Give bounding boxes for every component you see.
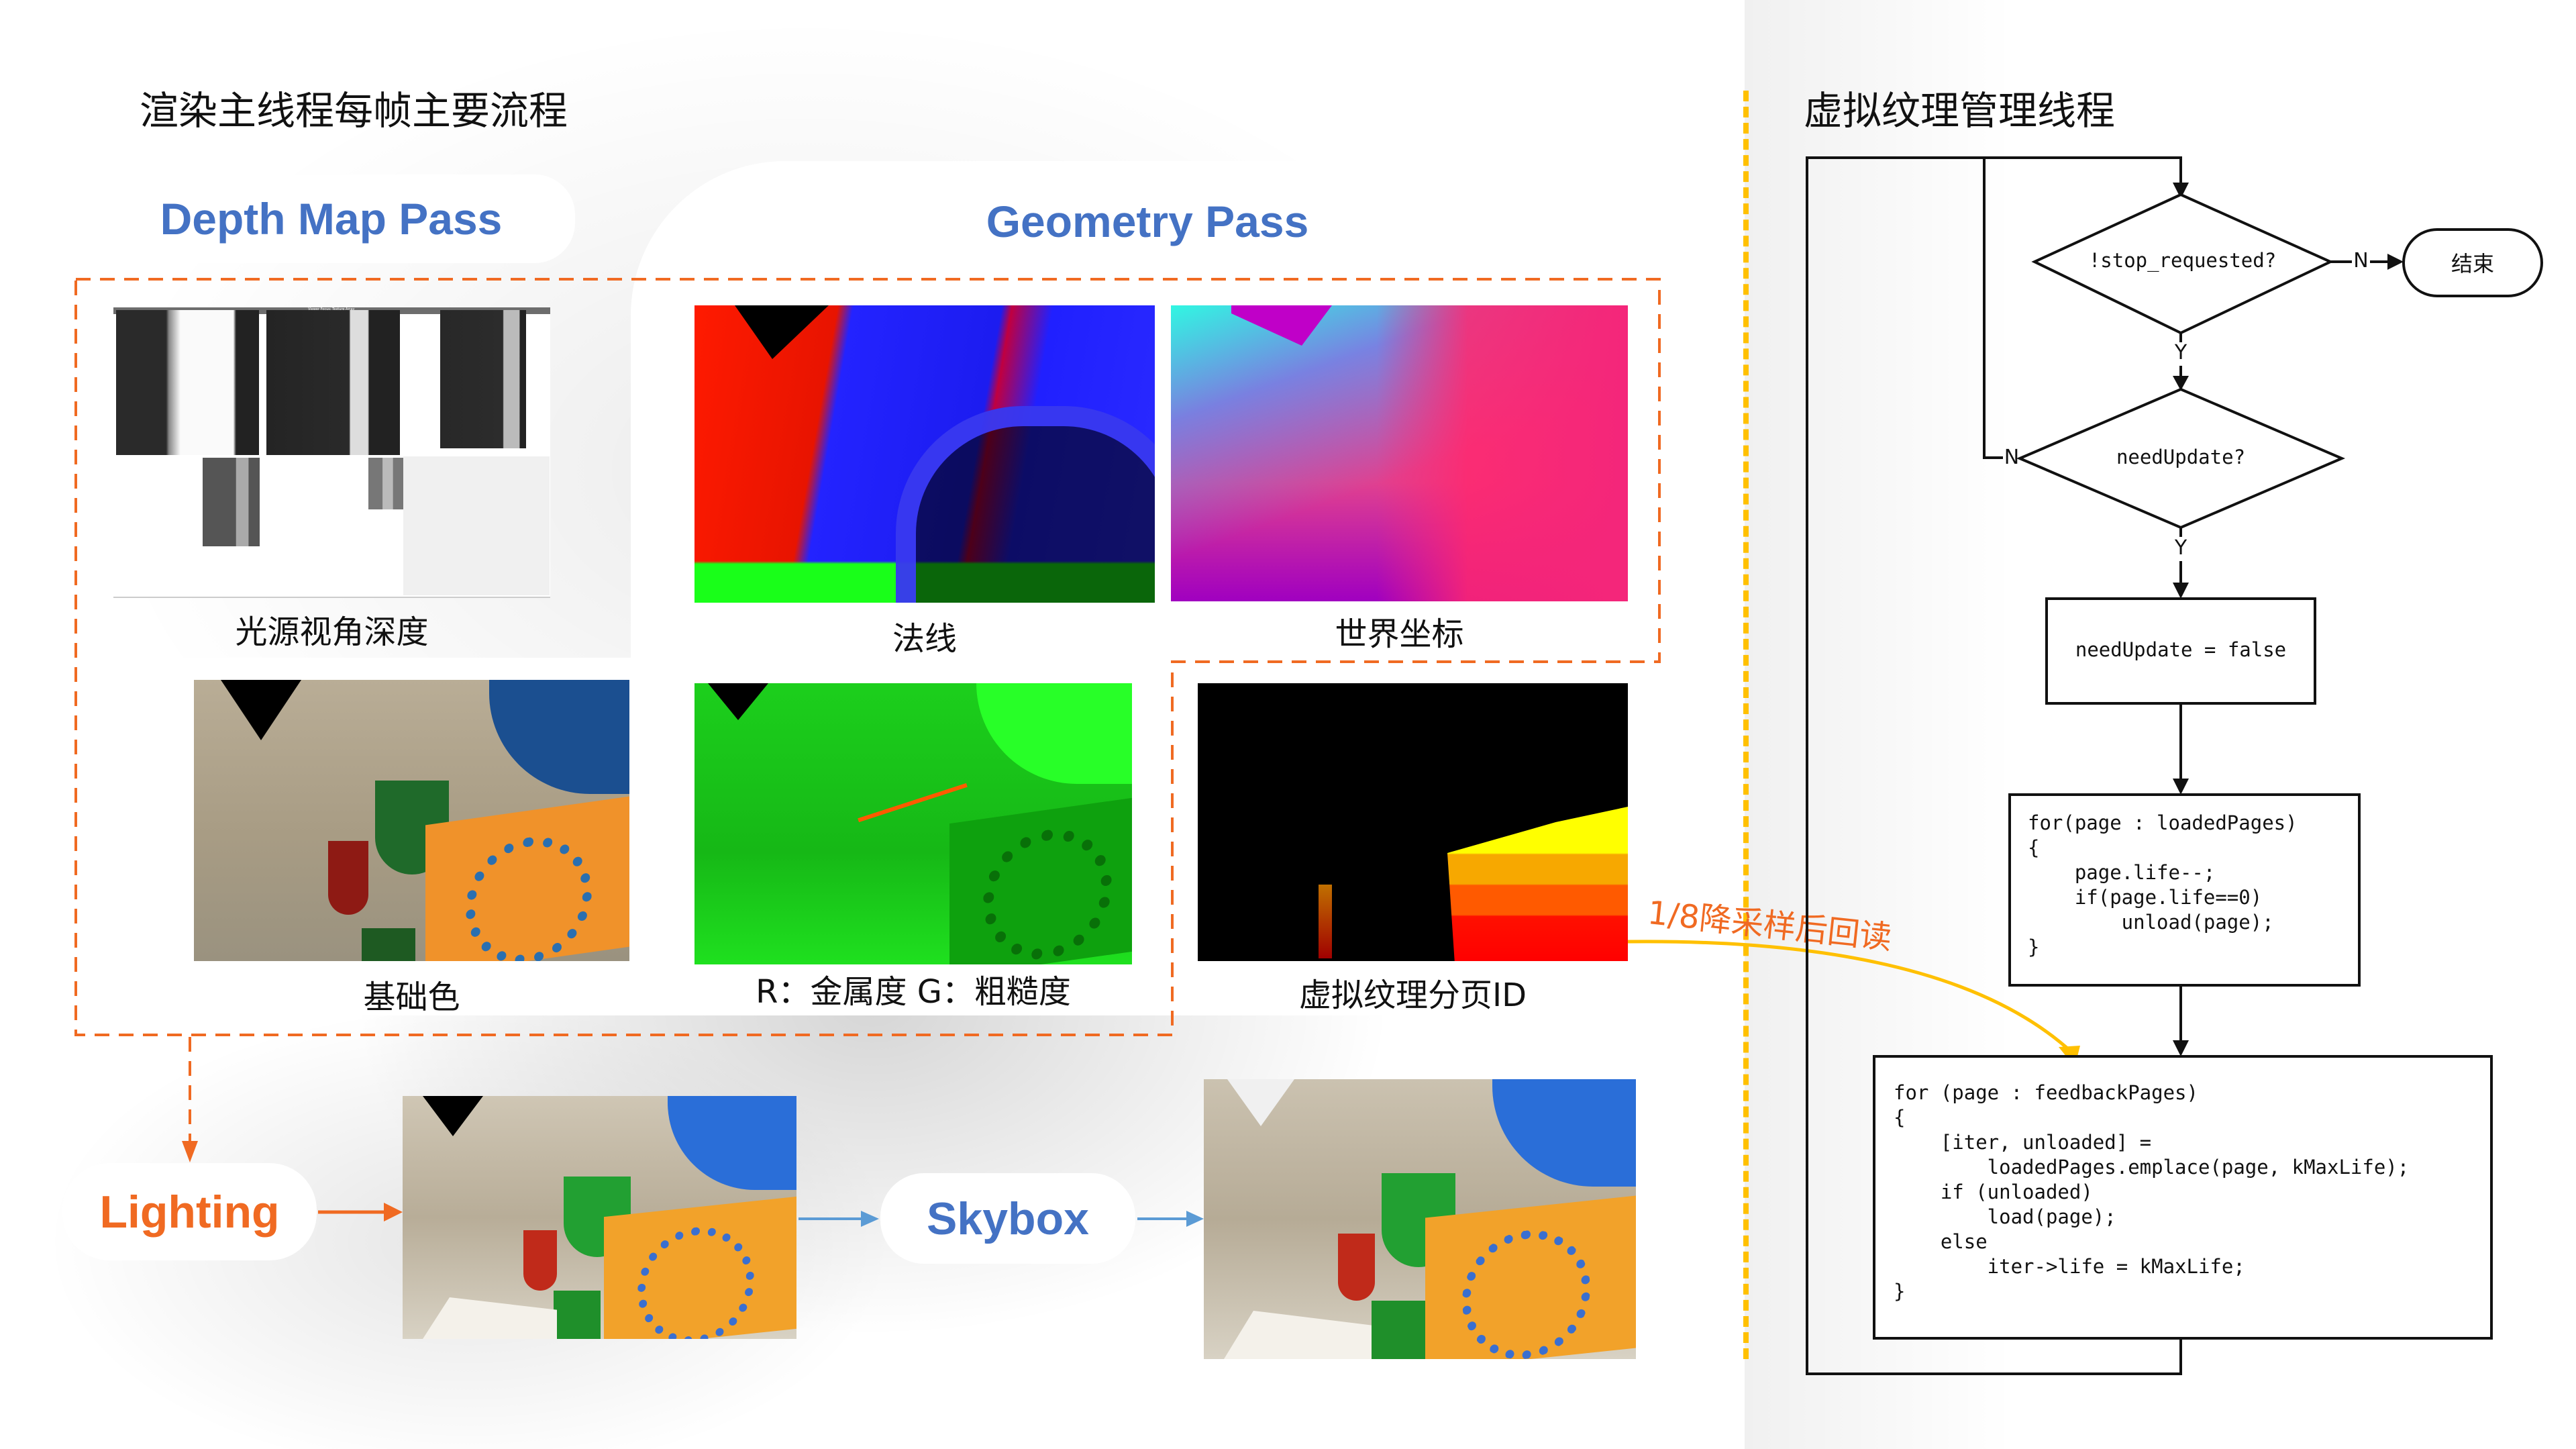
code-line: page.life--;	[2028, 861, 2216, 884]
code-line: for (page : feedbackPages)	[1894, 1081, 2198, 1104]
update-yes-label: Y	[2174, 536, 2187, 560]
code-line: }	[1894, 1280, 1906, 1303]
update-decision-text: needUpdate?	[2116, 446, 2246, 468]
code-line: {	[1894, 1106, 1906, 1129]
arrowhead-to-loaded-loop	[2173, 779, 2189, 795]
stop-decision-text: !stop_requested?	[2088, 249, 2277, 272]
update-no-label: N	[2004, 446, 2020, 469]
code-line: loadedPages.emplace(page, kMaxLife);	[1894, 1156, 2410, 1179]
arrowhead-to-feedback-loop	[2173, 1040, 2189, 1056]
stop-no-label: N	[2353, 249, 2369, 272]
code-line: iter->life = kMaxLife;	[1894, 1255, 2245, 1278]
assign-box-text: needUpdate = false	[2075, 638, 2287, 661]
code-line: if(page.life==0)	[2028, 886, 2263, 909]
feedback-pages-code: for (page : feedbackPages) { [iter, unlo…	[1894, 1081, 2409, 1304]
code-line: load(page);	[1894, 1205, 2116, 1228]
code-line: if (unloaded)	[1894, 1181, 2093, 1203]
code-line: unload(page);	[2028, 911, 2274, 934]
arrowhead-to-assign	[2173, 583, 2189, 599]
code-line: {	[2028, 836, 2040, 859]
stop-yes-label: Y	[2174, 341, 2187, 364]
arrowhead-to-end	[2387, 254, 2404, 270]
code-line: for(page : loadedPages)	[2028, 811, 2298, 834]
code-line: }	[2028, 936, 2040, 958]
no-update-loop-line	[1983, 158, 2003, 459]
code-line: else	[1894, 1230, 1988, 1253]
end-terminal-text: 结束	[2451, 251, 2494, 277]
loaded-pages-code: for(page : loadedPages) { page.life--; i…	[2028, 811, 2298, 960]
code-line: [iter, unloaded] =	[1894, 1131, 2152, 1154]
